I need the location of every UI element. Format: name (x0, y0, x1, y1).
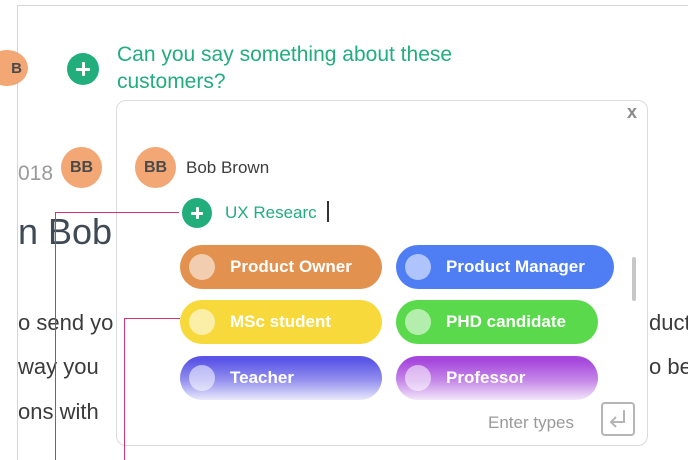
add-type-icon[interactable] (182, 198, 212, 228)
user-name: Bob Brown (186, 158, 270, 177)
chip-dot-icon (405, 254, 431, 280)
chip-dot-icon (189, 309, 215, 335)
body-right-2: o be (649, 354, 688, 379)
heading-fragment: n Bob (18, 211, 113, 252)
chip-product-owner[interactable]: Product Owner (180, 245, 382, 289)
avatar-bob-brown: BB (135, 147, 176, 188)
body-right-1: duct (649, 310, 688, 335)
annotation-line-h1 (55, 212, 179, 213)
chip-list-scrollbar[interactable] (632, 257, 636, 301)
chip-product-manager[interactable]: Product Manager (396, 245, 614, 289)
question-line-2: customers? (117, 70, 226, 93)
chip-dot-icon (405, 365, 431, 391)
annotation-line-v1 (55, 212, 56, 460)
body-line-2: way you (18, 354, 99, 379)
text-cursor (327, 201, 329, 222)
chip-professor[interactable]: Professor (396, 356, 598, 400)
chip-dot-icon (189, 254, 215, 280)
question-line-1: Can you say something about these (117, 43, 453, 66)
type-input[interactable]: UX Researc (225, 203, 317, 223)
avatar-bb-background: BB (61, 147, 102, 188)
chip-dot-icon (405, 309, 431, 335)
annotation-line-h2 (124, 318, 180, 319)
annotation-line-v2 (124, 318, 125, 460)
chip-msc-student[interactable]: MSc student (180, 300, 382, 344)
enter-icon[interactable] (601, 402, 635, 436)
chip-dot-icon (189, 365, 215, 391)
enter-types-hint: Enter types (488, 413, 574, 432)
body-line-1: o send yo (18, 310, 114, 335)
body-line-3: ons with (18, 399, 99, 424)
close-button[interactable]: x (627, 102, 637, 123)
chip-phd-candidate[interactable]: PHD candidate (396, 300, 598, 344)
chip-teacher[interactable]: Teacher (180, 356, 382, 400)
date-fragment: 018 (18, 162, 54, 185)
add-question-icon[interactable] (67, 53, 99, 85)
